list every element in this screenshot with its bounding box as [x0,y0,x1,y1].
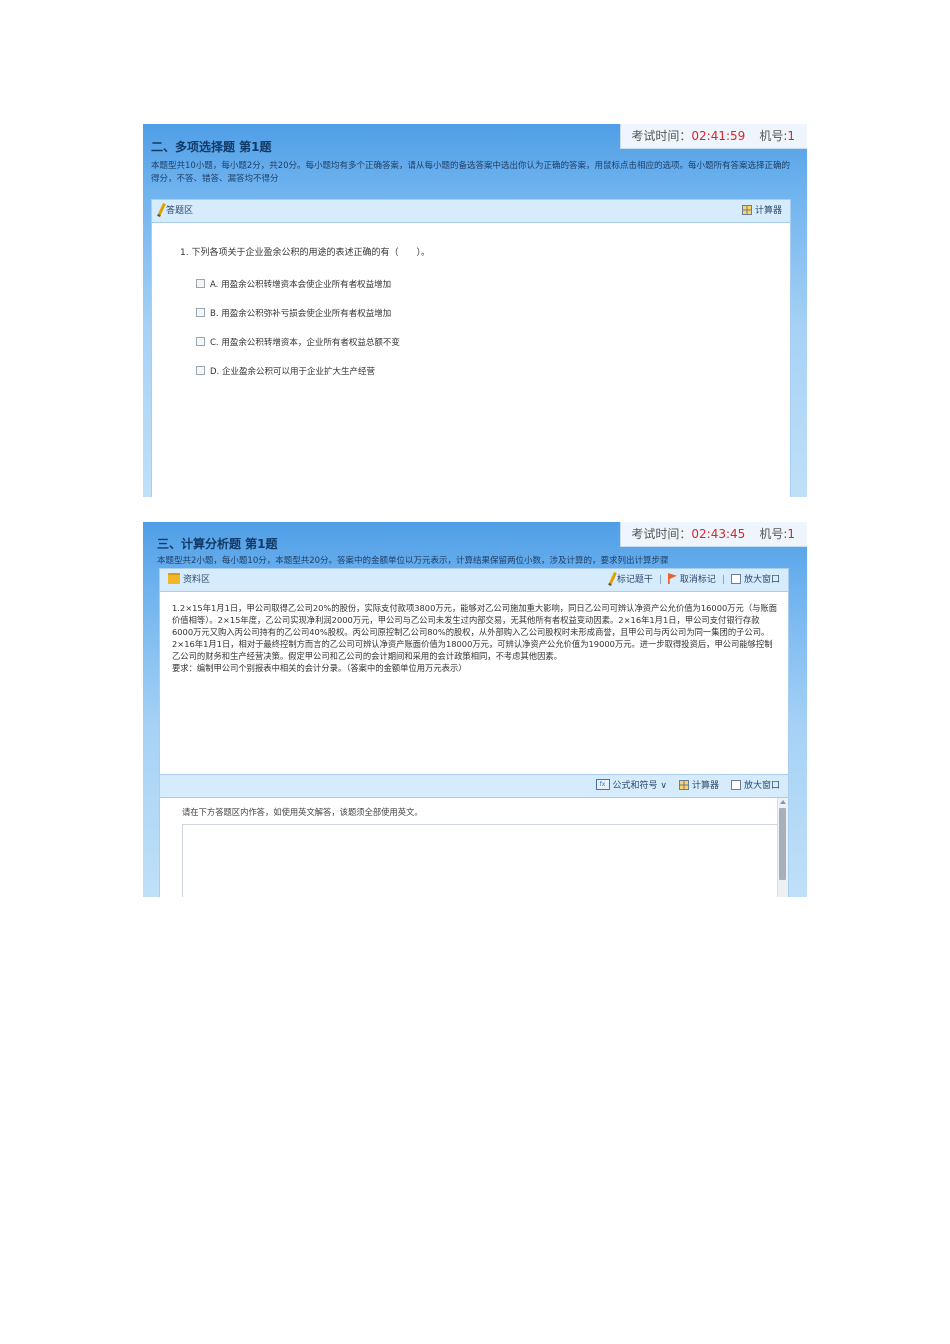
timer-value: 02:41:59 [691,129,746,143]
option-d-text: D. 企业盈余公积可以用于企业扩大生产经营 [210,367,375,377]
material-paragraph: 要求：编制甲公司个别报表中相关的会计分录。（答案中的金额单位用万元表示） [172,663,467,673]
answer-hint: 请在下方答题区内作答，如使用英文解答，该题须全部使用英文。 [182,807,423,817]
option-d[interactable]: D. 企业盈余公积可以用于企业扩大生产经营 [196,365,375,377]
scrollbar-thumb[interactable] [779,808,786,880]
answer-textarea[interactable] [182,824,788,897]
material-area-label: 资料区 [183,575,211,585]
question-stem: 1. 下列各项关于企业盈余公积的用途的表述正确的有（ ）。 [180,248,430,258]
section-description: 本题型共10小题，每小题2分，共20分。每小题均有多个正确答案，请从每小题的备选… [151,161,791,184]
machine-number: 1 [787,129,795,143]
toolbar-separator: | [721,575,725,585]
option-c-text: C. 用盈余公积转增资本，企业所有者权益总额不变 [210,338,400,348]
material-area-toolbar: 资料区 标记题干 | 取消标记 | 放大窗口 [159,568,789,592]
machine-number: 1 [787,527,795,541]
calculator-button[interactable]: 计算器 [741,200,782,222]
answer-tools: fx 公式和符号 ∨ 计算器 放大窗口 [595,775,780,797]
option-b[interactable]: B. 用盈余公积弥补亏损会使企业所有者权益增加 [196,307,391,319]
formula-label: 公式和符号 [612,781,658,791]
calculator-icon [741,204,752,215]
enlarge-window-label: 放大窗口 [743,575,780,585]
folder-icon [168,573,180,584]
pencil-icon [157,202,166,217]
enlarge-window-button[interactable]: 放大窗口 [730,779,780,791]
formula-icon: fx [595,779,610,790]
option-a-checkbox[interactable] [196,279,205,288]
expand-icon [730,573,741,584]
calculator-icon [678,779,689,790]
section-title: 二、多项选择题 第1题 [151,140,272,154]
unmark-label: 取消标记 [679,575,716,585]
option-a[interactable]: A. 用盈余公积转增资本会使企业所有者权益增加 [196,278,391,290]
option-c-checkbox[interactable] [196,337,205,346]
machine-label: 机号: [759,129,788,143]
timer-label: 考试时间： [631,527,692,541]
material-paragraph: 2×16年1月1日，相对于最终控制方而言的乙公司可辨认净资产账面价值为18000… [172,639,773,661]
calculator-button[interactable]: 计算器 [678,779,719,791]
answer-scrollbar[interactable] [777,798,788,897]
mark-stem-button[interactable]: 标记题干 [608,571,653,586]
calculator-label: 计算器 [754,206,782,216]
material-tools: 标记题干 | 取消标记 | 放大窗口 [608,569,780,591]
section-description: 本题型共2小题，每小题10分，本题型共20分。答案中的金额单位以万元表示，计算结… [157,556,669,566]
enlarge-window-label: 放大窗口 [743,781,780,791]
option-a-text: A. 用盈余公积转增资本会使企业所有者权益增加 [210,280,392,290]
calculator-label: 计算器 [691,781,719,791]
material-paragraph: 1.2×15年1月1日，甲公司取得乙公司20%的股份，实际支付款项3800万元，… [172,603,778,637]
answer-area: 1. 下列各项关于企业盈余公积的用途的表述正确的有（ ）。 A. 用盈余公积转增… [151,223,791,497]
unmark-flag-icon [667,573,677,584]
formula-symbols-button[interactable]: fx 公式和符号 ∨ [595,779,667,791]
answer-area: 请在下方答题区内作答，如使用英文解答，该题须全部使用英文。 [159,798,789,897]
toolbar-separator: | [658,575,662,585]
enlarge-window-button[interactable]: 放大窗口 [730,573,780,585]
option-c[interactable]: C. 用盈余公积转增资本，企业所有者权益总额不变 [196,336,400,348]
answer-toolbar: fx 公式和符号 ∨ 计算器 放大窗口 [159,774,789,798]
pencil-icon [608,571,617,586]
answer-area-header: 答题区 [157,200,194,222]
option-d-checkbox[interactable] [196,366,205,375]
machine-label: 机号: [759,527,788,541]
expand-icon [730,779,741,790]
section-title: 三、计算分析题 第1题 [157,537,278,551]
material-area-header: 资料区 [168,569,210,591]
scroll-up-arrow-icon[interactable] [780,800,786,804]
timer-label: 考试时间： [631,129,692,143]
answer-area-toolbar: 答题区 计算器 [151,199,791,223]
unmark-button[interactable]: 取消标记 [667,573,716,585]
exam-timer: 考试时间：02:41:59 机号:1 [620,124,807,149]
material-text: 1.2×15年1月1日，甲公司取得乙公司20%的股份，实际支付款项3800万元，… [172,602,780,674]
option-b-text: B. 用盈余公积弥补亏损会使企业所有者权益增加 [210,309,392,319]
exam-timer: 考试时间：02:43:45 机号:1 [620,522,807,547]
answer-area-label: 答题区 [166,206,194,216]
option-b-checkbox[interactable] [196,308,205,317]
calculation-analysis-exam-screen: 考试时间：02:43:45 机号:1 三、计算分析题 第1题 本题型共2小题，每小… [143,522,807,897]
material-area: 1.2×15年1月1日，甲公司取得乙公司20%的股份，实际支付款项3800万元，… [159,592,789,774]
multiple-choice-exam-screen: 考试时间：02:41:59 机号:1 二、多项选择题 第1题 本题型共10小题，每… [143,124,807,497]
chevron-down-icon: ∨ [657,781,667,791]
timer-value: 02:43:45 [691,527,746,541]
mark-stem-label: 标记题干 [616,575,653,585]
